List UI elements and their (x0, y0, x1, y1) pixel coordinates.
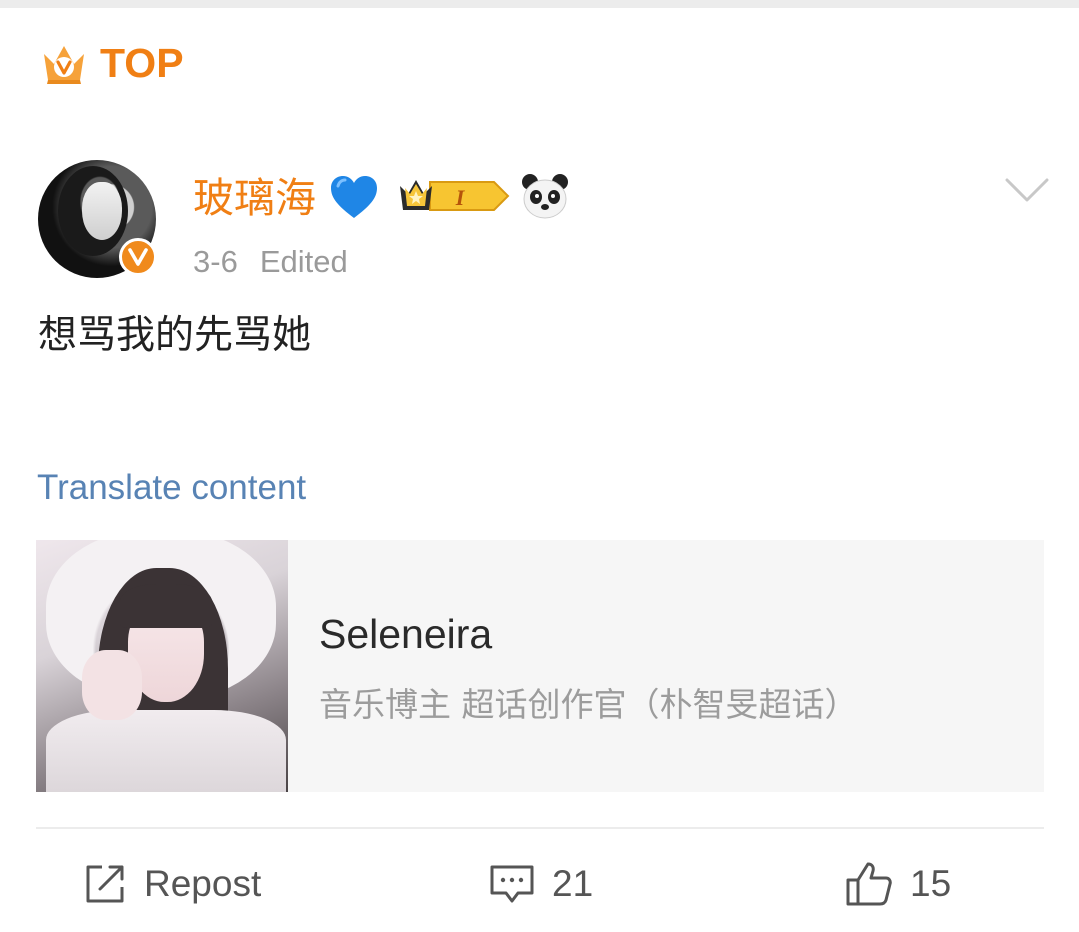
like-count: 15 (910, 863, 952, 904)
post-body-text: 想骂我的先骂她 (38, 313, 312, 358)
chevron-down-icon[interactable] (1004, 176, 1050, 204)
post-date: 3-6 (193, 244, 238, 279)
divider (36, 827, 1044, 829)
repost-label: Repost (144, 863, 262, 904)
pinned-top-badge: TOP (40, 40, 184, 86)
card-thumbnail (36, 540, 288, 792)
verified-v-icon (119, 238, 157, 276)
edited-label: Edited (259, 244, 348, 279)
repost-icon (86, 865, 124, 903)
repost-button[interactable]: Repost (82, 852, 261, 916)
svg-text:I: I (455, 185, 466, 210)
panda-icon (522, 174, 568, 219)
linked-profile-card[interactable]: Seleneira 音乐博主 超话创作官（朴智旻超话） (36, 540, 1044, 792)
card-subtitle: 音乐博主 超话创作官（朴智旻超话） (319, 685, 858, 724)
comment-icon (490, 865, 534, 903)
member-rank-badge[interactable]: I (396, 174, 512, 218)
like-button[interactable]: 15 (844, 852, 951, 916)
blue-heart-icon (331, 176, 377, 218)
post-meta: 3-6 Edited (193, 240, 348, 284)
translate-link[interactable]: Translate content (37, 466, 306, 510)
crown-v-icon (44, 46, 84, 84)
comment-button[interactable]: 21 (488, 852, 593, 916)
comment-count: 21 (552, 863, 594, 904)
thumbs-up-icon (846, 862, 892, 906)
top-label: TOP (100, 40, 184, 86)
top-edge-bar (0, 0, 1079, 8)
author-name[interactable]: 玻璃海 (193, 170, 316, 226)
card-title: Seleneira (319, 611, 493, 657)
